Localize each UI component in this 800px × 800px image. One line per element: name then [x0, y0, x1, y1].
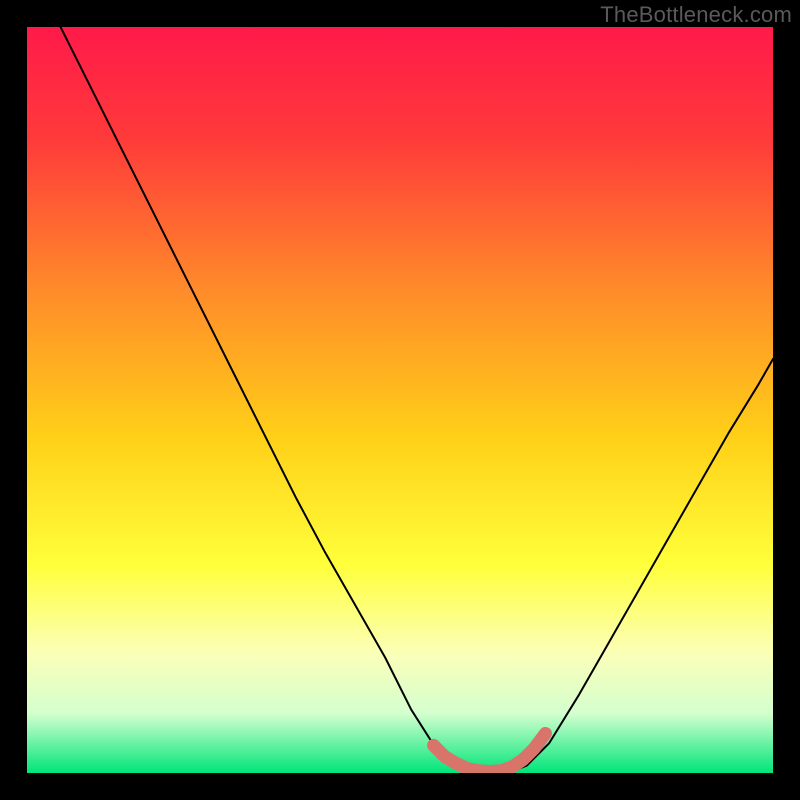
plot-area [27, 27, 773, 773]
chart-frame: TheBottleneck.com [0, 0, 800, 800]
watermark-text: TheBottleneck.com [600, 2, 792, 28]
gradient-background [27, 27, 773, 773]
chart-svg [27, 27, 773, 773]
